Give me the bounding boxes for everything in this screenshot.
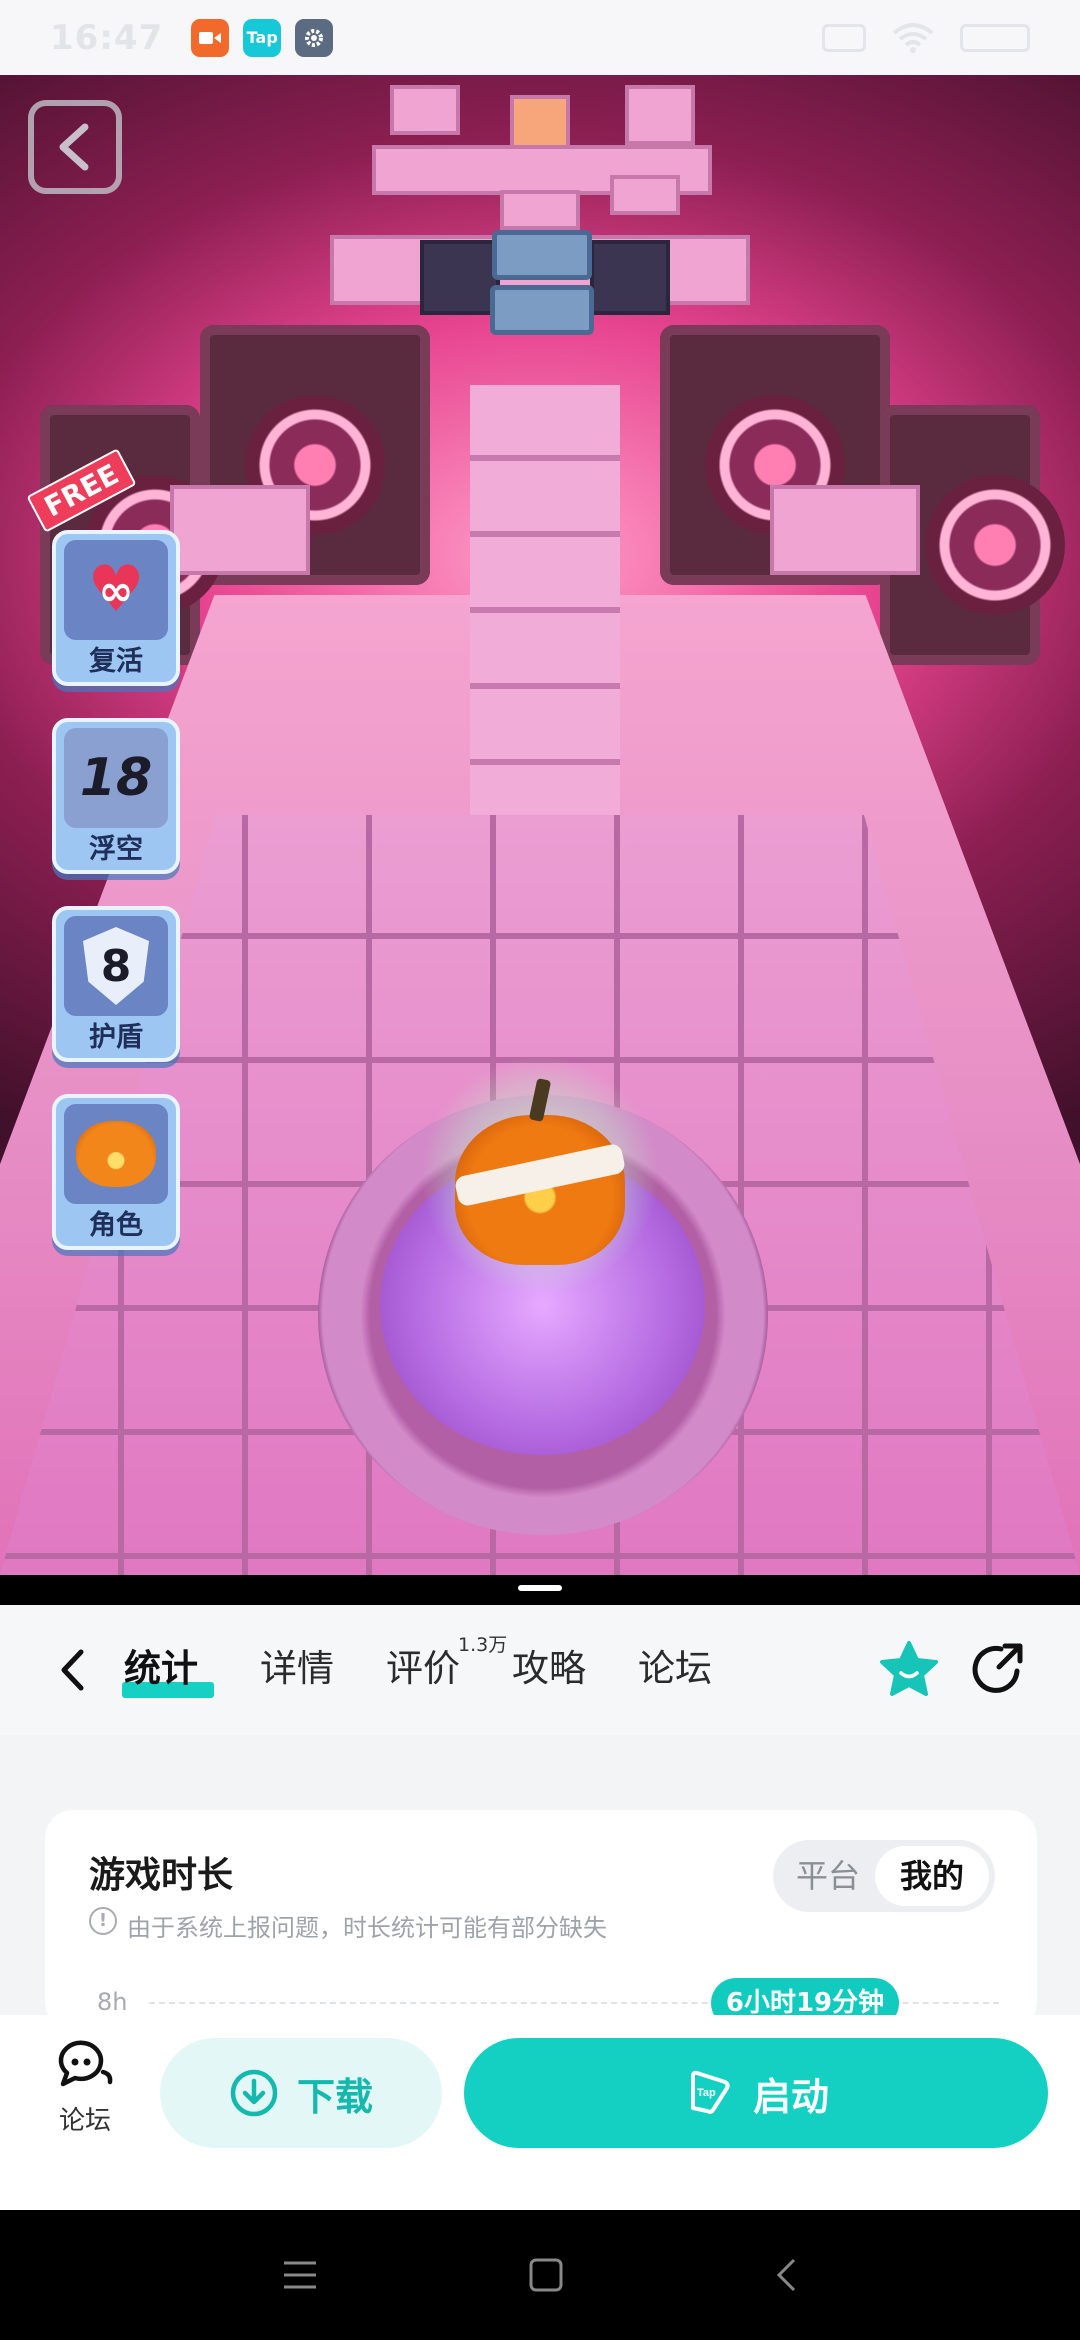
jump-pad (490, 285, 594, 335)
download-icon (230, 2069, 278, 2117)
scope-toggle: 平台 我的 (773, 1840, 995, 1912)
tile (420, 240, 500, 315)
heart-infinity-icon: ♥ ∞ (64, 540, 168, 640)
system-nav-bar (0, 2210, 1080, 2340)
tile (625, 85, 695, 145)
powerup-shield[interactable]: 8 护盾 (52, 906, 180, 1062)
tab-details[interactable]: 详情 (260, 1644, 334, 1694)
download-label: 下载 (296, 2074, 373, 2119)
wifi-icon (892, 22, 934, 53)
float-icon: 18 (64, 728, 168, 828)
back-icon[interactable] (774, 2257, 798, 2293)
y-axis-label: 8h (97, 1988, 128, 2016)
status-right (822, 22, 1030, 53)
tile (500, 190, 580, 230)
share-button[interactable] (966, 1638, 1028, 1700)
review-count-badge: 1.3万 (458, 1634, 508, 1656)
chevron-left-icon (61, 1649, 84, 1691)
home-icon[interactable] (528, 2257, 564, 2293)
powerup-float[interactable]: 18 浮空 (52, 718, 180, 874)
infinity-glyph: ∞ (98, 565, 134, 615)
favorite-button[interactable] (878, 1638, 940, 1700)
status-time: 16:47 (50, 17, 164, 58)
powerup-revive[interactable]: ♥ ∞ 复活 (52, 530, 180, 686)
info-icon: ! (89, 1907, 117, 1935)
pumpkin-icon (64, 1104, 168, 1204)
gear-icon (295, 18, 334, 57)
star-face-icon (880, 1641, 938, 1696)
menu-icon[interactable] (282, 2259, 318, 2291)
powerup-label: 浮空 (89, 834, 143, 865)
chevron-left-icon (59, 123, 89, 171)
svg-text:Tap: Tap (697, 2087, 716, 2099)
jump-pad (492, 230, 592, 280)
playtime-card: 游戏时长 ! 由于系统上报问题，时长统计可能有部分缺失 平台 我的 8h 6小时… (45, 1810, 1037, 2030)
launch-button[interactable]: Tap 启动 (464, 2038, 1048, 2148)
toggle-mine[interactable]: 我的 (875, 1846, 989, 1906)
back-button[interactable] (28, 100, 122, 194)
tile (590, 240, 670, 315)
status-bar: 16:47 Tap (0, 0, 1080, 75)
shield-icon: 8 (64, 916, 168, 1016)
taptap-icon: Tap (243, 18, 282, 57)
chat-bubble-icon (55, 2040, 115, 2090)
shield-count: 8 (83, 927, 149, 1005)
card-title: 游戏时长 (89, 1855, 234, 1896)
video-icon (191, 18, 230, 57)
pumpkin-art (76, 1121, 156, 1187)
powerup-label: 护盾 (89, 1022, 143, 1053)
tab-reviews[interactable]: 评价 (386, 1644, 460, 1694)
powerup-character[interactable]: 角色 (52, 1094, 180, 1250)
tab-stats[interactable]: 统计 (124, 1644, 198, 1694)
forum-button[interactable]: 论坛 (40, 2030, 130, 2160)
card-note: 由于系统上报问题，时长统计可能有部分缺失 (127, 1914, 607, 1942)
tile (610, 175, 680, 215)
launch-label: 启动 (752, 2074, 829, 2119)
sheet-drag-handle[interactable] (518, 1585, 562, 1591)
tile (390, 85, 460, 135)
toggle-platform[interactable]: 平台 (783, 1846, 873, 1906)
battery-icon (960, 23, 1030, 52)
float-count: 18 (79, 748, 153, 808)
tab-forum[interactable]: 论坛 (638, 1644, 712, 1694)
tile (770, 485, 920, 575)
download-button[interactable]: 下载 (160, 2038, 442, 2148)
share-icon (972, 1643, 1023, 1693)
tile (170, 485, 310, 575)
forum-label: 论坛 (58, 2106, 111, 2136)
sim-icon (822, 23, 866, 52)
sheet-back-button[interactable] (50, 1648, 94, 1692)
powerup-label: 复活 (89, 646, 143, 677)
taptap-icon: Tap (690, 2070, 730, 2114)
tab-guides[interactable]: 攻略 (512, 1644, 586, 1694)
powerup-label: 角色 (89, 1210, 143, 1241)
